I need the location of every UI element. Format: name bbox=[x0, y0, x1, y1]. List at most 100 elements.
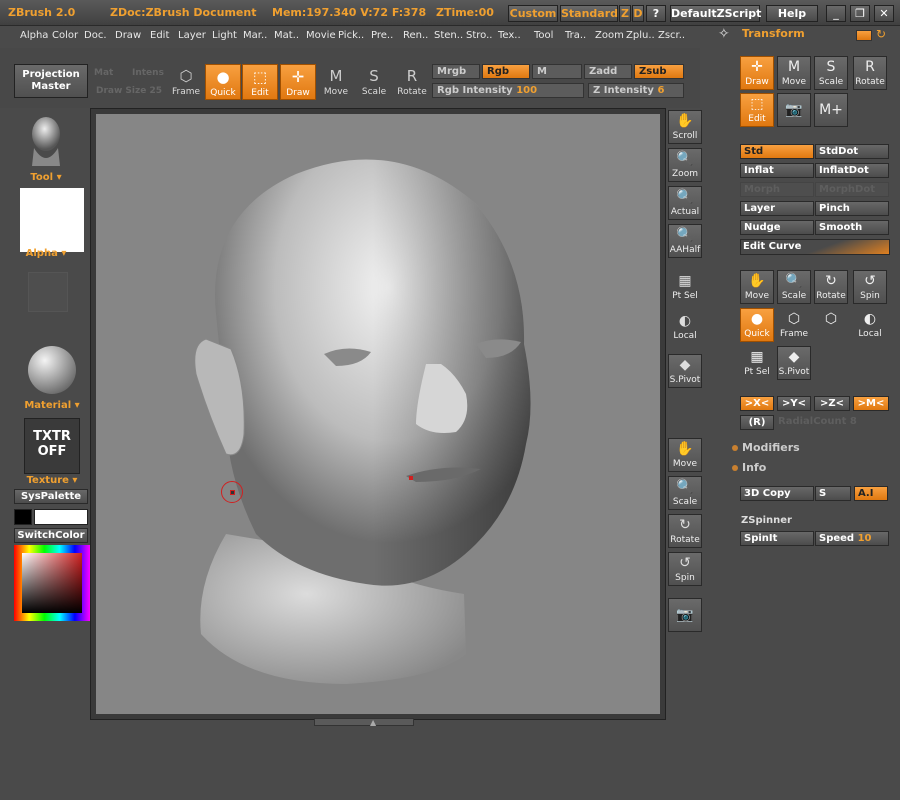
canvas-scroll-button[interactable]: ✋ Scroll bbox=[668, 110, 702, 144]
draw-button[interactable]: ✛ Draw bbox=[280, 64, 316, 100]
material-label[interactable]: Material ▾ bbox=[20, 400, 84, 411]
default-zscript-button[interactable]: DefaultZScript bbox=[670, 5, 761, 22]
canvas-spin-button[interactable]: ↺ Spin bbox=[668, 552, 702, 586]
custom-button[interactable]: Custom bbox=[508, 5, 558, 22]
frame-button-panel[interactable]: ⬡ Frame bbox=[777, 308, 811, 342]
ai-button[interactable]: A.I bbox=[854, 486, 888, 501]
3d-copy-button[interactable]: 3D Copy bbox=[740, 486, 814, 501]
standard-button[interactable]: Standard bbox=[560, 5, 618, 22]
menu-item-edit[interactable]: Edit bbox=[150, 30, 169, 41]
menu-item-zplu[interactable]: Zplu.. bbox=[626, 30, 655, 41]
color-picker[interactable] bbox=[14, 545, 90, 621]
z-intensity-slider[interactable]: Z Intensity 6 bbox=[588, 83, 684, 98]
move-button-panel[interactable]: M Move bbox=[777, 56, 811, 90]
canvas-scale-button[interactable]: 🔍 Scale bbox=[668, 476, 702, 510]
ptsel-button-panel[interactable]: ▦ Pt Sel bbox=[740, 346, 774, 380]
symmetry-y-button[interactable]: >Y< bbox=[777, 396, 811, 411]
canvas-scroll-handle[interactable] bbox=[314, 718, 414, 726]
menu-item-tex[interactable]: Tex.. bbox=[498, 30, 521, 41]
spivot-button-panel[interactable]: ◆ S.Pivot bbox=[777, 346, 811, 380]
alpha-label[interactable]: Alpha ▾ bbox=[20, 248, 72, 259]
d-button[interactable]: D bbox=[632, 5, 644, 22]
zsub-button[interactable]: Zsub bbox=[634, 64, 684, 79]
question-button[interactable]: ? bbox=[646, 5, 666, 22]
menu-item-tool[interactable]: Tool bbox=[534, 30, 553, 41]
speed-slider[interactable]: Speed 10 bbox=[815, 531, 889, 546]
canvas-move-button[interactable]: ✋ Move bbox=[668, 438, 702, 472]
material-sphere-icon[interactable] bbox=[28, 346, 76, 394]
menu-item-movie[interactable]: Movie bbox=[306, 30, 336, 41]
cube-button-panel[interactable]: ⬡ bbox=[814, 308, 848, 342]
minimize-icon[interactable]: _ bbox=[826, 5, 846, 22]
canvas-camera-button[interactable]: 📷 bbox=[668, 598, 702, 632]
rotate-button-panel[interactable]: R Rotate bbox=[853, 56, 887, 90]
tool-thumbnail[interactable] bbox=[22, 112, 70, 168]
tool-label[interactable]: Tool ▾ bbox=[20, 172, 72, 183]
canvas-aahalf-button[interactable]: 🔍 AAHalf bbox=[668, 224, 702, 258]
menu-item-doc[interactable]: Doc. bbox=[84, 30, 107, 41]
color-picker-square[interactable] bbox=[22, 553, 82, 613]
modifiers-section[interactable]: Modifiers bbox=[732, 441, 800, 454]
menu-item-sten[interactable]: Sten.. bbox=[434, 30, 463, 41]
menu-item-zscr[interactable]: Zscr.. bbox=[658, 30, 685, 41]
texture-label[interactable]: Texture ▾ bbox=[20, 475, 84, 486]
spinit-button[interactable]: SpinIt bbox=[740, 531, 814, 546]
symmetry-z-button[interactable]: >Z< bbox=[814, 396, 850, 411]
mrgb-button[interactable]: Mrgb bbox=[432, 64, 480, 79]
s-button[interactable]: S bbox=[815, 486, 851, 501]
draw-button-panel[interactable]: ✛ Draw bbox=[740, 56, 774, 90]
nudge-button[interactable]: Nudge bbox=[740, 220, 814, 235]
zadd-button[interactable]: Zadd bbox=[584, 64, 632, 79]
menu-item-light[interactable]: Light bbox=[212, 30, 237, 41]
rotate-tool-button[interactable]: ↻ Rotate bbox=[814, 270, 848, 304]
local-button-panel[interactable]: ◐ Local bbox=[853, 308, 887, 342]
m-button[interactable]: M bbox=[532, 64, 582, 79]
edit-curve-button[interactable]: Edit Curve bbox=[740, 239, 890, 255]
edit-button[interactable]: ⬚ Edit bbox=[242, 64, 278, 100]
rotate-button[interactable]: R Rotate bbox=[394, 64, 430, 100]
move-button[interactable]: M Move bbox=[318, 64, 354, 100]
layer-button[interactable]: Layer bbox=[740, 201, 814, 216]
menu-item-mat[interactable]: Mat.. bbox=[274, 30, 299, 41]
canvas-pt-sel-button[interactable]: ▦ Pt Sel bbox=[668, 270, 702, 304]
radial-button[interactable]: (R) bbox=[740, 415, 774, 430]
panel-collapse-icon[interactable] bbox=[856, 30, 872, 41]
scale-tool-button[interactable]: 🔍 Scale bbox=[777, 270, 811, 304]
canvas-actual-button[interactable]: 🔍 Actual bbox=[668, 186, 702, 220]
scale-button[interactable]: S Scale bbox=[356, 64, 392, 100]
canvas[interactable] bbox=[96, 114, 660, 714]
menu-item-draw[interactable]: Draw bbox=[115, 30, 141, 41]
rgb-button[interactable]: Rgb bbox=[482, 64, 530, 79]
stddot-button[interactable]: StdDot bbox=[815, 144, 889, 159]
edit-button-panel[interactable]: ⬚ Edit bbox=[740, 93, 774, 127]
menu-item-layer[interactable]: Layer bbox=[178, 30, 206, 41]
help-button[interactable]: Help bbox=[766, 5, 818, 22]
symmetry-x-button[interactable]: >X< bbox=[740, 396, 774, 411]
canvas-rotate-button[interactable]: ↻ Rotate bbox=[668, 514, 702, 548]
syspalette-button[interactable]: SysPalette bbox=[14, 489, 88, 504]
symmetry-m-button[interactable]: >M< bbox=[853, 396, 889, 411]
menu-item-pre[interactable]: Pre.. bbox=[371, 30, 393, 41]
canvas-s-pivot-button[interactable]: ◆ S.Pivot bbox=[668, 354, 702, 388]
secondary-color-swatch[interactable] bbox=[34, 509, 88, 525]
switchcolor-button[interactable]: SwitchColor bbox=[14, 528, 88, 543]
menu-item-alpha[interactable]: Alpha bbox=[20, 30, 48, 41]
texture-off-button[interactable]: TXTR OFF bbox=[24, 418, 80, 474]
mark-object-button[interactable]: M+ bbox=[814, 93, 848, 127]
canvas-local-button[interactable]: ◐ Local bbox=[668, 310, 702, 344]
spin-tool-button[interactable]: ↺ Spin bbox=[853, 270, 887, 304]
panel-reset-icon[interactable]: ↻ bbox=[876, 27, 886, 41]
canvas-zoom-button[interactable]: 🔍 Zoom bbox=[668, 148, 702, 182]
main-color-swatch[interactable] bbox=[14, 509, 32, 525]
head-model[interactable] bbox=[96, 114, 660, 714]
rgb-intensity-slider[interactable]: Rgb Intensity 100 bbox=[432, 83, 584, 98]
inflatdot-button[interactable]: InflatDot bbox=[815, 163, 889, 178]
menu-item-mar[interactable]: Mar.. bbox=[243, 30, 267, 41]
snapshot-button[interactable]: 📷 bbox=[777, 93, 811, 127]
menu-item-color[interactable]: Color bbox=[52, 30, 78, 41]
projection-master-button[interactable]: Projection Master bbox=[14, 64, 88, 98]
scroll-up-arrow-icon[interactable]: ▲ bbox=[370, 718, 376, 727]
quick-button[interactable]: ● Quick bbox=[205, 64, 241, 100]
menu-item-ren[interactable]: Ren.. bbox=[403, 30, 428, 41]
scale-button-panel[interactable]: S Scale bbox=[814, 56, 848, 90]
